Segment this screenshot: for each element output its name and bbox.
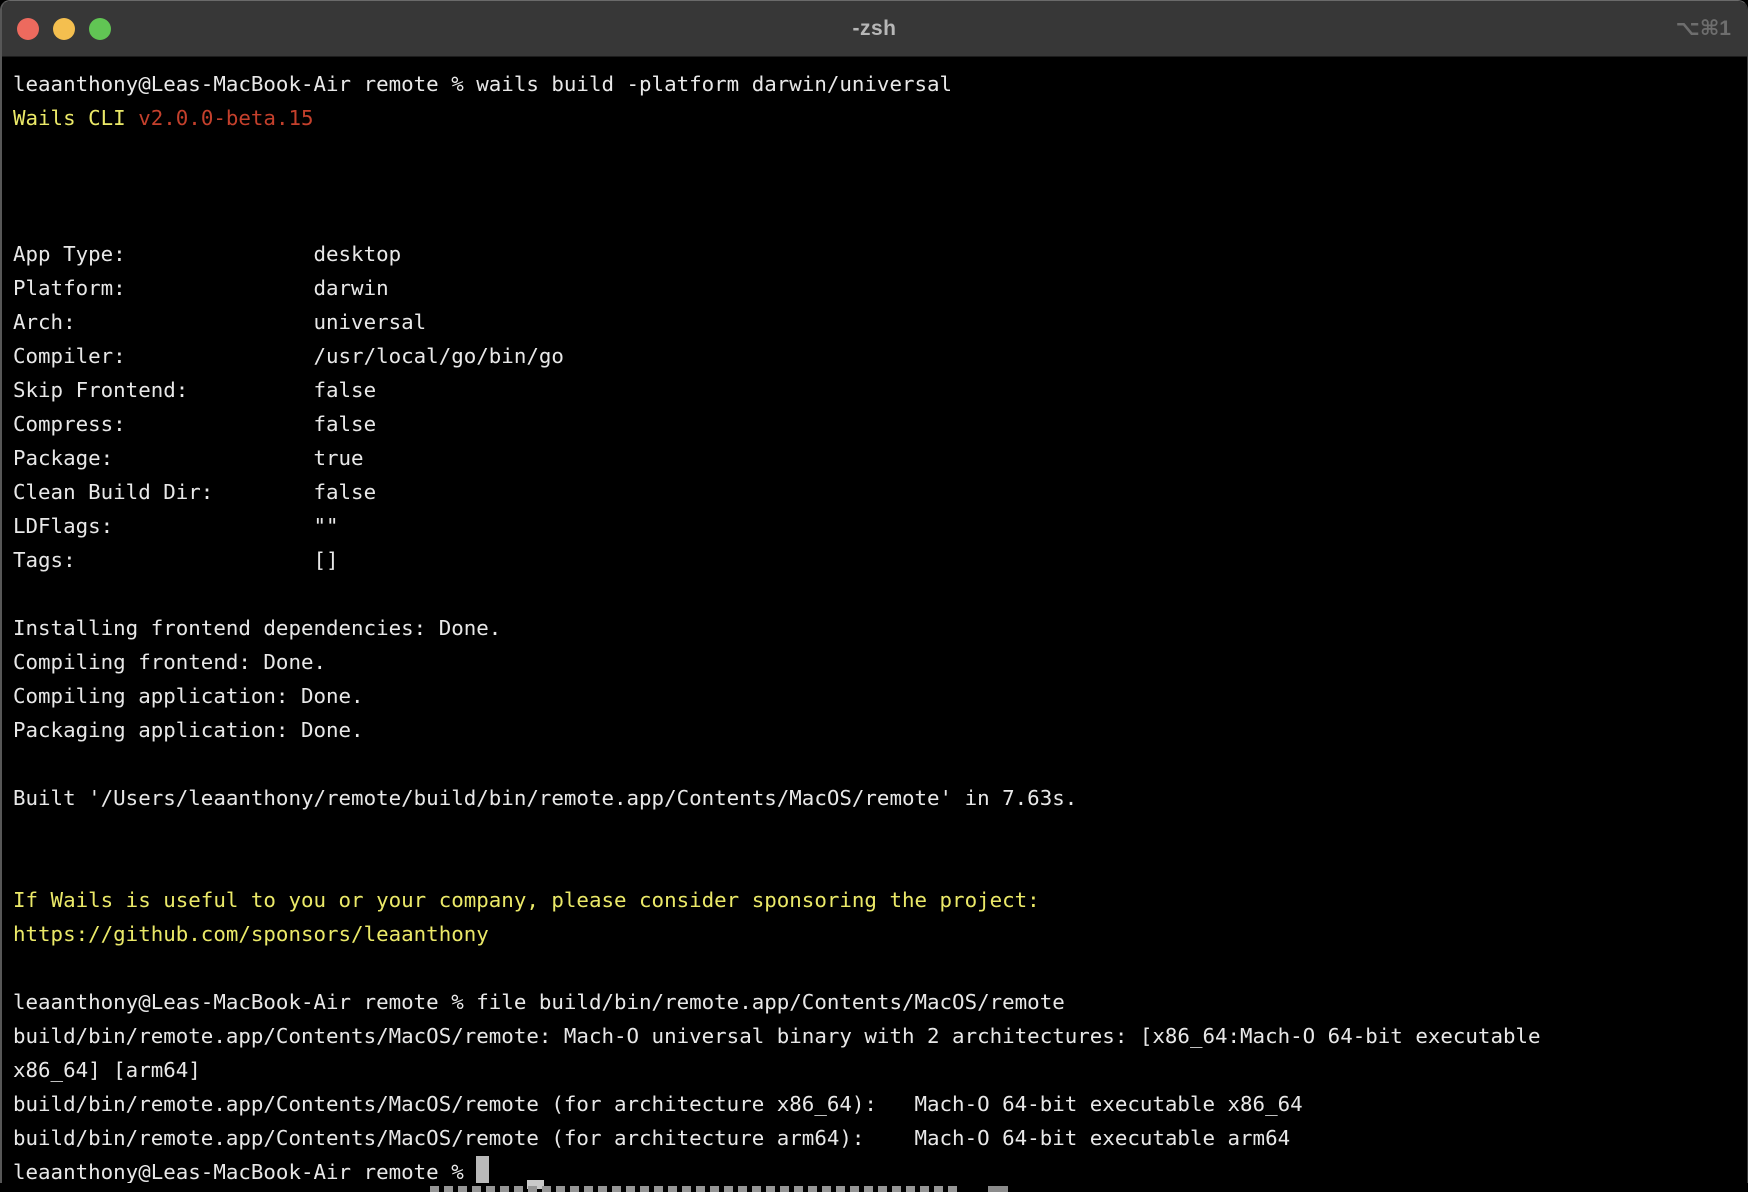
terminal-line: build/bin/remote.app/Contents/MacOS/remo…: [13, 1121, 1747, 1155]
background-window-fragment: [988, 1186, 1008, 1192]
terminal-line: Platform: darwin: [13, 271, 1747, 305]
terminal-line: [13, 747, 1747, 781]
terminal-text-segment: leaanthony@Leas-MacBook-Air remote % wai…: [13, 72, 952, 96]
terminal-window: -zsh ⌥⌘1 leaanthony@Leas-MacBook-Air rem…: [0, 0, 1748, 1183]
terminal-text-segment: leaanthony@Leas-MacBook-Air remote % fil…: [13, 990, 1065, 1014]
terminal-text-segment: build/bin/remote.app/Contents/MacOS/remo…: [13, 1126, 1290, 1150]
terminal-text-segment: App Type: desktop: [13, 242, 401, 266]
terminal-text-segment: Platform: darwin: [13, 276, 389, 300]
background-window-fragment: [430, 1186, 960, 1192]
terminal-line: LDFlags: "": [13, 509, 1747, 543]
terminal-line: [13, 169, 1747, 203]
terminal-text-segment: Tags: []: [13, 548, 339, 572]
terminal-text-segment: Package: true: [13, 446, 364, 470]
terminal-text-segment: https://github.com/sponsors/leaanthony: [13, 922, 489, 946]
terminal-text-segment: x86_64] [arm64]: [13, 1058, 201, 1082]
terminal-text-segment: LDFlags: "": [13, 514, 339, 538]
terminal-line: [13, 951, 1747, 985]
terminal-text-segment: Compiling application: Done.: [13, 684, 364, 708]
terminal-line: Tags: []: [13, 543, 1747, 577]
terminal-line: [13, 577, 1747, 611]
terminal-line: Wails CLI v2.0.0-beta.15: [13, 101, 1747, 135]
terminal-line: Skip Frontend: false: [13, 373, 1747, 407]
terminal-line: x86_64] [arm64]: [13, 1053, 1747, 1087]
terminal-line: build/bin/remote.app/Contents/MacOS/remo…: [13, 1087, 1747, 1121]
terminal-line: leaanthony@Leas-MacBook-Air remote %: [13, 1155, 1747, 1183]
terminal-text-segment: v2.0.0-beta.15: [138, 106, 313, 130]
terminal-line: [13, 849, 1747, 883]
terminal-line: [13, 135, 1747, 169]
terminal-line: App Type: desktop: [13, 237, 1747, 271]
terminal-output[interactable]: leaanthony@Leas-MacBook-Air remote % wai…: [2, 57, 1747, 1183]
terminal-line: If Wails is useful to you or your compan…: [13, 883, 1747, 917]
terminal-line: [13, 815, 1747, 849]
terminal-text-segment: Arch: universal: [13, 310, 426, 334]
terminal-text-segment: Packaging application: Done.: [13, 718, 364, 742]
terminal-line: leaanthony@Leas-MacBook-Air remote % fil…: [13, 985, 1747, 1019]
terminal-text-segment: If Wails is useful to you or your compan…: [13, 888, 1040, 912]
window-shortcut-badge: ⌥⌘1: [1676, 1, 1731, 56]
terminal-line: Installing frontend dependencies: Done.: [13, 611, 1747, 645]
terminal-line: Clean Build Dir: false: [13, 475, 1747, 509]
terminal-cursor: [476, 1156, 489, 1183]
terminal-line: Arch: universal: [13, 305, 1747, 339]
terminal-line: leaanthony@Leas-MacBook-Air remote % wai…: [13, 67, 1747, 101]
terminal-text-segment: build/bin/remote.app/Contents/MacOS/remo…: [13, 1024, 1541, 1048]
terminal-text-segment: Compiler: /usr/local/go/bin/go: [13, 344, 564, 368]
terminal-text-segment: Compiling frontend: Done.: [13, 650, 326, 674]
terminal-text-segment: leaanthony@Leas-MacBook-Air remote %: [13, 1160, 476, 1183]
terminal-line: Compiling application: Done.: [13, 679, 1747, 713]
terminal-line: build/bin/remote.app/Contents/MacOS/remo…: [13, 1019, 1747, 1053]
window-titlebar[interactable]: -zsh ⌥⌘1: [2, 1, 1747, 57]
terminal-text-segment: Built '/Users/leaanthony/remote/build/bi…: [13, 786, 1077, 810]
terminal-text-segment: Clean Build Dir: false: [13, 480, 376, 504]
terminal-text-segment: Skip Frontend: false: [13, 378, 376, 402]
terminal-line: Compiling frontend: Done.: [13, 645, 1747, 679]
terminal-line: https://github.com/sponsors/leaanthony: [13, 917, 1747, 951]
terminal-line: Built '/Users/leaanthony/remote/build/bi…: [13, 781, 1747, 815]
terminal-line: Compress: false: [13, 407, 1747, 441]
terminal-text-segment: Compress: false: [13, 412, 376, 436]
terminal-text-segment: Wails CLI: [13, 106, 138, 130]
terminal-text-segment: build/bin/remote.app/Contents/MacOS/remo…: [13, 1092, 1303, 1116]
background-window-strip: [0, 1183, 1748, 1192]
terminal-text-segment: Installing frontend dependencies: Done.: [13, 616, 501, 640]
terminal-line: Packaging application: Done.: [13, 713, 1747, 747]
terminal-line: Compiler: /usr/local/go/bin/go: [13, 339, 1747, 373]
terminal-line: [13, 203, 1747, 237]
terminal-line: Package: true: [13, 441, 1747, 475]
window-title: -zsh: [2, 17, 1747, 41]
